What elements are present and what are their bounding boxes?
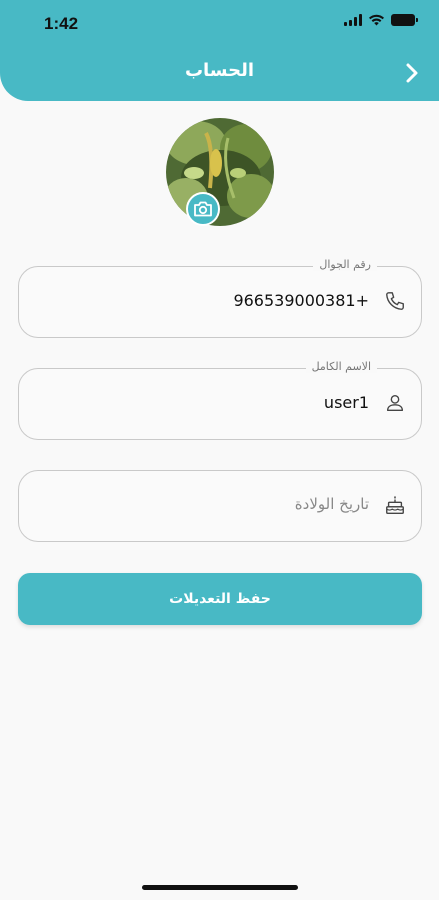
birth-date-field[interactable]: تاريخ الولادة <box>18 470 422 542</box>
birthday-cake-icon <box>383 493 407 517</box>
battery-icon <box>391 14 418 26</box>
phone-icon <box>383 289 407 313</box>
avatar-section <box>166 118 274 226</box>
page-title: الحساب <box>184 60 255 81</box>
full-name-field[interactable]: الاسم الكامل user1 <box>18 360 422 440</box>
app-header: 1:42 الحساب <box>0 0 439 101</box>
save-changes-button[interactable]: حفظ التعديلات <box>18 573 422 625</box>
status-time: 1:42 <box>44 14 79 33</box>
full-name-field-label: الاسم الكامل <box>305 360 377 373</box>
phone-field-label: رقم الجوال <box>313 258 377 271</box>
avatar[interactable] <box>166 118 274 226</box>
phone-field[interactable]: رقم الجوال 966539000381+ <box>18 258 422 338</box>
user-icon <box>383 391 407 415</box>
phone-field-value[interactable]: 966539000381+ <box>233 291 369 310</box>
birth-date-placeholder[interactable]: تاريخ الولادة <box>295 495 369 513</box>
chevron-right-icon <box>406 63 418 83</box>
back-button[interactable] <box>399 58 425 88</box>
camera-icon <box>194 201 212 217</box>
home-indicator <box>142 885 298 890</box>
profile-photo <box>166 118 274 226</box>
wifi-icon <box>369 14 384 26</box>
full-name-field-value[interactable]: user1 <box>324 393 369 412</box>
change-photo-button[interactable] <box>186 192 220 226</box>
cellular-signal-icon <box>344 14 362 26</box>
status-icons <box>344 14 418 26</box>
